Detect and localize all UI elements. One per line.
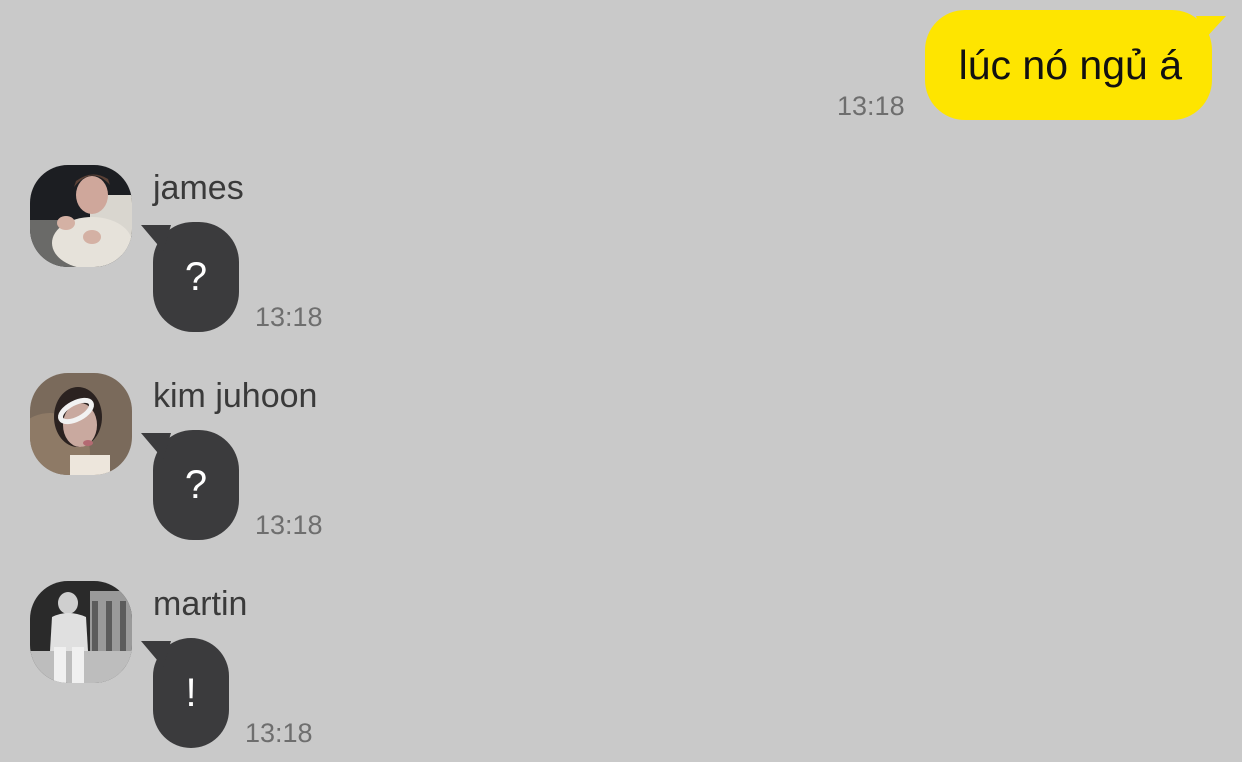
sender-name: james bbox=[153, 169, 244, 207]
sender-name: kim juhoon bbox=[153, 377, 318, 415]
incoming-message: kim juhoon ? 13:18 bbox=[30, 373, 430, 548]
avatar-martin[interactable] bbox=[30, 581, 132, 683]
avatar-james[interactable] bbox=[30, 165, 132, 267]
incoming-message: james ? 13:18 bbox=[30, 165, 430, 340]
message-text: ! bbox=[185, 670, 197, 715]
incoming-message: martin ! 13:18 bbox=[30, 581, 430, 756]
bubble-tail-icon bbox=[141, 433, 171, 459]
outgoing-message-bubble[interactable]: lúc nó ngủ á bbox=[924, 10, 1226, 120]
profile-photo-icon bbox=[30, 165, 132, 267]
avatar-kim-juhoon[interactable] bbox=[30, 373, 132, 475]
message-text: lúc nó ngủ á bbox=[958, 41, 1182, 88]
message-text: ? bbox=[184, 462, 208, 507]
bubble-tail-icon bbox=[141, 225, 171, 251]
message-timestamp: 13:18 bbox=[245, 718, 313, 748]
outgoing-message: 13:18 lúc nó ngủ á bbox=[837, 10, 1226, 121]
incoming-message-bubble[interactable]: ? bbox=[141, 430, 239, 540]
profile-photo-icon bbox=[30, 373, 132, 475]
incoming-message-bubble[interactable]: ! bbox=[141, 638, 229, 748]
message-timestamp: 13:18 bbox=[255, 510, 323, 540]
sender-name: martin bbox=[153, 585, 248, 623]
bubble-tail-icon bbox=[141, 641, 171, 667]
message-timestamp: 13:18 bbox=[255, 302, 323, 332]
message-timestamp: 13:18 bbox=[837, 91, 905, 121]
message-text: ? bbox=[184, 254, 208, 299]
incoming-message-bubble[interactable]: ? bbox=[141, 222, 239, 332]
profile-photo-icon bbox=[30, 581, 132, 683]
bubble-tail-icon bbox=[1196, 16, 1226, 40]
